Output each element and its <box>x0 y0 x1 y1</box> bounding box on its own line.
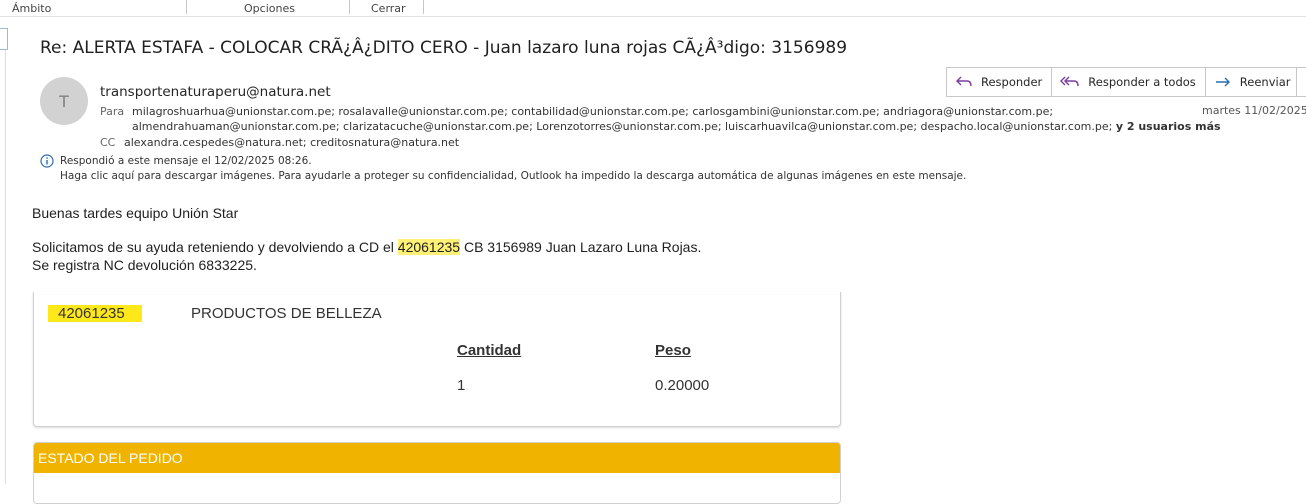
ribbon-group-close[interactable]: Cerrar <box>371 2 406 15</box>
body-paragraph-2: Se registra NC devolución 6833225. <box>32 257 257 273</box>
highlighted-code: 42061235 <box>397 239 461 255</box>
replied-notice: Respondió a este mensaje el 12/02/2025 0… <box>60 155 312 167</box>
body-text-pre: Solicitamos de su ayuda reteniendo y dev… <box>32 239 398 255</box>
avatar-initial: T <box>59 91 69 111</box>
order-status-card: ESTADO DEL PEDIDO <box>33 442 841 504</box>
ribbon-separator <box>349 0 350 14</box>
message-date: martes 11/02/2025 1 <box>1202 104 1306 117</box>
ribbon-separator <box>186 0 187 14</box>
body-paragraph-1: Solicitamos de su ayuda reteniendo y dev… <box>32 239 701 255</box>
to-recipients-line1[interactable]: milagroshuarhua@unionstar.com.pe; rosala… <box>132 105 1053 118</box>
download-images-notice[interactable]: Haga clic aquí para descargar imágenes. … <box>60 170 966 182</box>
ribbon-group-labels: Ámbito Opciones Cerrar <box>0 0 1306 17</box>
to-recipients-text[interactable]: almendrahuaman@unionstar.com.pe; clariza… <box>132 120 1112 133</box>
forward-button[interactable]: Reenviar <box>1204 67 1301 97</box>
ribbon-group-options[interactable]: Opciones <box>244 2 295 15</box>
to-recipients-line2[interactable]: almendrahuaman@unionstar.com.pe; clariza… <box>132 120 1221 133</box>
weight-value: 0.20000 <box>655 377 710 394</box>
reply-button[interactable]: Responder <box>946 67 1053 97</box>
reply-all-label: Responder a todos <box>1088 75 1196 89</box>
forward-label: Reenviar <box>1239 75 1291 89</box>
product-code: 42061235 <box>48 305 142 322</box>
info-icon <box>40 154 54 168</box>
product-name: PRODUCTOS DE BELLEZA <box>191 305 382 322</box>
to-label: Para <box>100 105 125 118</box>
reply-icon <box>956 76 972 87</box>
product-card: 42061235 PRODUCTOS DE BELLEZA Cantidad P… <box>33 292 841 427</box>
reply-all-icon <box>1060 76 1079 87</box>
sender-address[interactable]: transportenaturaperu@natura.net <box>100 84 331 100</box>
more-recipients-link[interactable]: y 2 usuarios más <box>1116 120 1221 133</box>
reply-all-button[interactable]: Responder a todos <box>1051 67 1206 97</box>
message-actions: Responder Responder a todos Reenviar <box>946 67 1301 97</box>
order-status-header: ESTADO DEL PEDIDO <box>34 443 840 473</box>
message-subject: Re: ALERTA ESTAFA - COLOCAR CRÃ¿Â¿DITO C… <box>40 38 848 58</box>
ribbon-group-scope[interactable]: Ámbito <box>12 2 51 15</box>
body-text-post: CB 3156989 Juan Lazaro Luna Rojas. <box>460 239 702 255</box>
collapse-pane-handle[interactable] <box>0 28 8 50</box>
pane-divider <box>5 50 6 484</box>
avatar[interactable]: T <box>40 77 88 125</box>
cc-label: CC <box>100 136 116 149</box>
quantity-header: Cantidad <box>457 342 522 359</box>
more-actions-button[interactable] <box>1296 67 1306 97</box>
reply-label: Responder <box>981 75 1043 89</box>
body-greeting: Buenas tardes equipo Unión Star <box>32 205 239 221</box>
weight-header: Peso <box>655 342 691 359</box>
cc-recipients[interactable]: alexandra.cespedes@natura.net; creditosn… <box>124 136 459 149</box>
quantity-value: 1 <box>457 377 466 394</box>
ribbon-separator <box>423 0 424 14</box>
forward-icon <box>1215 77 1230 87</box>
